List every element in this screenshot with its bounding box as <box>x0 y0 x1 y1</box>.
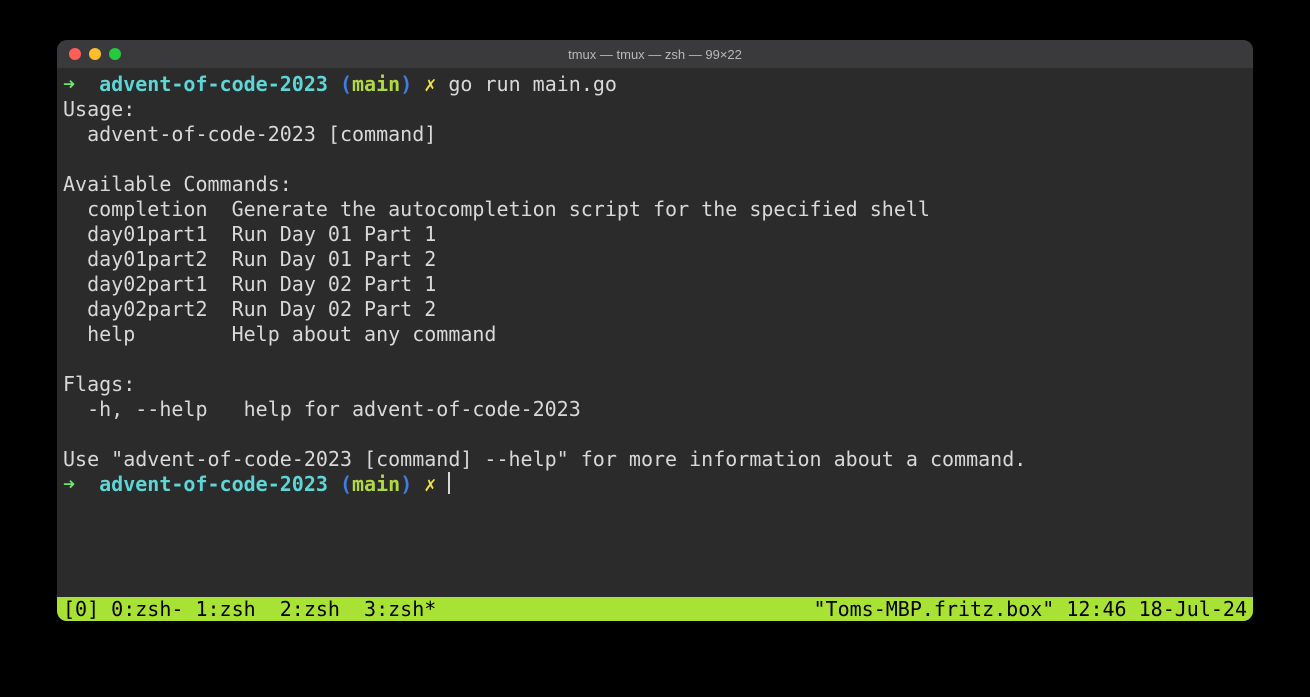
output-available-label: Available Commands: <box>63 172 1247 197</box>
titlebar[interactable]: tmux — tmux — zsh — 99×22 <box>57 40 1253 68</box>
window-title: tmux — tmux — zsh — 99×22 <box>568 47 742 62</box>
output-usage-line: advent-of-code-2023 [command] <box>63 122 1247 147</box>
tmux-statusbar[interactable]: [0] 0:zsh- 1:zsh 2:zsh 3:zsh* "Toms-MBP.… <box>57 597 1253 621</box>
dirty-icon: ✗ <box>424 472 436 496</box>
output-usage-label: Usage: <box>63 97 1247 122</box>
output-hint: Use "advent-of-code-2023 [command] --hel… <box>63 447 1247 472</box>
output-cmd-d01p2: day01part2 Run Day 01 Part 2 <box>63 247 1247 272</box>
window-controls <box>69 48 121 60</box>
minimize-icon[interactable] <box>89 48 101 60</box>
blank-line <box>63 147 1247 172</box>
prompt-arrow-icon: ➜ <box>63 72 75 96</box>
tmux-windows-list[interactable]: [0] 0:zsh- 1:zsh 2:zsh 3:zsh* <box>63 597 436 621</box>
blank-line <box>63 422 1247 447</box>
branch-close-paren: ) <box>400 72 412 96</box>
output-cmd-d01p1: day01part1 Run Day 01 Part 1 <box>63 222 1247 247</box>
tmux-status-right: "Toms-MBP.fritz.box" 12:46 18-Jul-24 <box>814 597 1247 621</box>
output-cmd-d02p2: day02part2 Run Day 02 Part 2 <box>63 297 1247 322</box>
blank-line <box>63 497 1247 522</box>
prompt-dir: advent-of-code-2023 <box>99 72 328 96</box>
blank-line <box>63 547 1247 572</box>
prompt-dir: advent-of-code-2023 <box>99 472 328 496</box>
blank-line <box>63 522 1247 547</box>
output-flags-line: -h, --help help for advent-of-code-2023 <box>63 397 1247 422</box>
output-flags-label: Flags: <box>63 372 1247 397</box>
output-cmd-d02p1: day02part1 Run Day 02 Part 1 <box>63 272 1247 297</box>
blank-line <box>63 347 1247 372</box>
git-branch: main <box>352 472 400 496</box>
branch-close-paren: ) <box>400 472 412 496</box>
terminal-content[interactable]: ➜ advent-of-code-2023 (main) ✗ go run ma… <box>57 72 1253 597</box>
terminal-body[interactable]: ➜ advent-of-code-2023 (main) ✗ go run ma… <box>57 68 1253 621</box>
prompt-line-1: ➜ advent-of-code-2023 (main) ✗ go run ma… <box>63 72 1247 97</box>
terminal-window: tmux — tmux — zsh — 99×22 ➜ advent-of-co… <box>57 40 1253 621</box>
maximize-icon[interactable] <box>109 48 121 60</box>
cursor <box>448 472 450 494</box>
close-icon[interactable] <box>69 48 81 60</box>
prompt-arrow-icon: ➜ <box>63 472 75 496</box>
output-cmd-completion: completion Generate the autocompletion s… <box>63 197 1247 222</box>
blank-line <box>63 572 1247 597</box>
branch-open-paren: ( <box>340 72 352 96</box>
prompt-line-2[interactable]: ➜ advent-of-code-2023 (main) ✗ <box>63 472 1247 497</box>
branch-open-paren: ( <box>340 472 352 496</box>
command-text: go run main.go <box>448 72 617 96</box>
git-branch: main <box>352 72 400 96</box>
dirty-icon: ✗ <box>424 72 436 96</box>
output-cmd-help: help Help about any command <box>63 322 1247 347</box>
